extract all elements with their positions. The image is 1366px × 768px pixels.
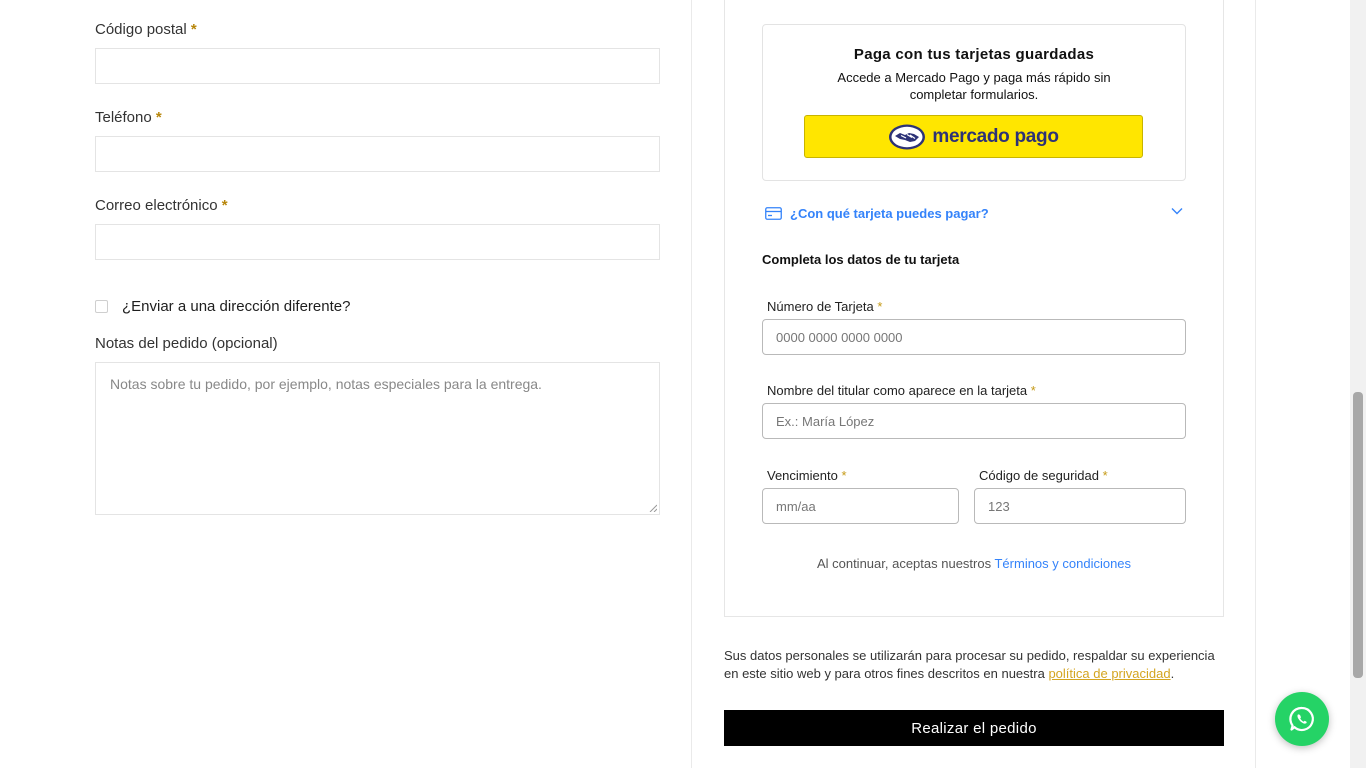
saved-cards-card: Paga con tus tarjetas guardadas Accede a… [762,24,1186,181]
privacy-notice: Sus datos personales se utilizarán para … [724,647,1229,683]
postcode-label: Código postal * [95,21,197,38]
email-input[interactable] [95,224,660,260]
order-notes-label: Notas del pedido (opcional) [95,335,278,352]
expiry-input[interactable]: mm/aa [762,488,959,524]
accepted-cards-toggle[interactable]: ¿Con qué tarjeta puedes pagar? [765,203,1185,223]
page-scrollbar[interactable] [1350,0,1366,768]
whatsapp-chat-button[interactable] [1275,692,1329,746]
card-number-label: Número de Tarjeta * [767,299,883,314]
cardholder-name-placeholder: Ex.: María López [776,413,875,429]
order-notes-placeholder: Notas sobre tu pedido, por ejemplo, nota… [110,376,542,392]
card-form-title: Completa los datos de tu tarjeta [762,252,960,267]
phone-label: Teléfono * [95,109,162,126]
required-mark: * [155,109,162,126]
terms-notice: Al continuar, aceptas nuestros Términos … [762,556,1186,571]
chevron-down-icon[interactable] [1171,207,1183,215]
column-divider-right [1255,0,1256,768]
saved-cards-title: Paga con tus tarjetas guardadas [853,46,1095,63]
ship-different-label[interactable]: ¿Enviar a una dirección diferente? [122,298,350,315]
required-mark: * [877,299,883,314]
accepted-cards-link[interactable]: ¿Con qué tarjeta puedes pagar? [790,206,989,221]
postcode-input[interactable] [95,48,660,84]
terms-link[interactable]: Términos y condiciones [994,556,1131,571]
security-code-input[interactable]: 123 [974,488,1186,524]
privacy-policy-link[interactable]: política de privacidad [1048,666,1170,681]
whatsapp-icon [1289,706,1314,732]
ship-different-checkbox[interactable] [95,300,108,313]
card-number-input[interactable]: 0000 0000 0000 0000 [762,319,1186,355]
mercadopago-logo: mercado pago [888,123,1059,151]
required-mark: * [1102,468,1108,483]
mercadopago-logo-text: mercado pago [932,125,1059,147]
required-mark: * [841,468,847,483]
mercadopago-login-button[interactable]: mercado pago [804,115,1143,158]
phone-input[interactable] [95,136,660,172]
required-mark: * [221,197,228,214]
privacy-end: . [1170,666,1175,681]
saved-cards-description: Accede a Mercado Pago y paga más rápido … [837,70,1111,102]
ship-different-toggle[interactable]: ¿Enviar a una dirección diferente? [95,298,350,315]
column-divider [691,0,692,768]
place-order-button[interactable]: Realizar el pedido [724,710,1224,746]
terms-prefix: Al continuar, aceptas nuestros [816,556,995,571]
required-mark: * [190,21,197,38]
cardholder-name-input[interactable]: Ex.: María López [762,403,1186,439]
expiry-label: Vencimiento * [767,468,847,483]
cardholder-name-label: Nombre del titular como aparece en la ta… [767,383,1036,398]
security-code-label: Código de seguridad * [979,468,1108,483]
resize-grip-icon[interactable] [649,504,657,512]
credit-card-icon [765,206,782,220]
scrollbar-thumb[interactable] [1353,392,1363,678]
card-number-placeholder: 0000 0000 0000 0000 [776,329,903,345]
order-notes-textarea[interactable]: Notas sobre tu pedido, por ejemplo, nota… [95,362,660,515]
expiry-placeholder: mm/aa [776,498,816,514]
handshake-icon [889,124,926,149]
required-mark: * [1030,383,1036,398]
email-label: Correo electrónico * [95,197,228,214]
security-code-placeholder: 123 [988,498,1010,514]
